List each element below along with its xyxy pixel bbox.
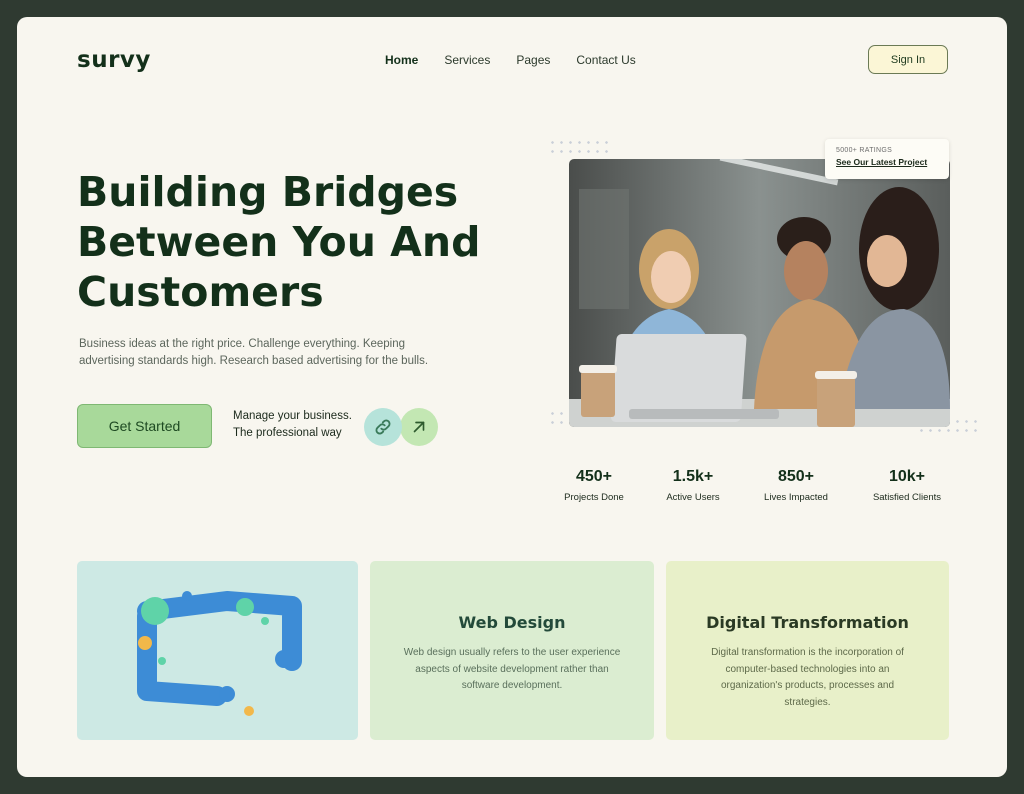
stat-label: Satisfied Clients [872, 492, 942, 503]
sign-in-button[interactable]: Sign In [868, 45, 948, 74]
latest-project-link[interactable]: See Our Latest Project [836, 157, 938, 167]
3d-shape-illustration [137, 591, 302, 716]
stat-label: Projects Done [564, 492, 624, 503]
stat-number: 10k+ [888, 468, 926, 485]
team-illustration [569, 159, 950, 427]
hero-subtitle: Business ideas at the right price. Chall… [79, 338, 429, 367]
arrow-up-right-icon [413, 421, 425, 433]
hero-title-line1: Building Bridges [77, 168, 459, 216]
hero-title: Building Bridges Between You And Custome… [77, 167, 517, 317]
stat-number: 1.5k+ [672, 468, 714, 485]
hero-title-line2: Between You And [77, 218, 481, 266]
decor-dots [548, 138, 608, 156]
link-icon-button[interactable] [364, 408, 402, 446]
link-icon [375, 419, 391, 435]
brand-logo[interactable]: survy [77, 47, 151, 73]
manage-text: Manage your business. The professional w… [233, 408, 352, 442]
team-photo [569, 159, 950, 427]
hero-title-line3: Customers [77, 268, 324, 316]
service-web-design[interactable]: Web Design Web design usually refers to … [370, 561, 654, 740]
service-digital-transformation[interactable]: Digital Transformation Digital transform… [666, 561, 949, 740]
stat-label: Lives Impacted [764, 492, 828, 503]
get-started-button[interactable]: Get Started [77, 404, 212, 448]
ratings-card: 5000+ RATINGS See Our Latest Project [825, 139, 949, 179]
stat-number: 450+ [575, 468, 613, 485]
arrow-icon-button[interactable] [400, 408, 438, 446]
stat-clients: 10k+ Satisfied Clients [852, 468, 962, 503]
page-card: survy Home Services Pages Contact Us Sig… [17, 17, 1007, 777]
nav-contact[interactable]: Contact Us [576, 53, 635, 67]
nav-services[interactable]: Services [444, 53, 490, 67]
main-nav: Home Services Pages Contact Us [385, 53, 636, 67]
ratings-count: 5000+ RATINGS [836, 147, 893, 154]
service-title: Digital Transformation [706, 613, 909, 632]
stat-projects: 450+ Projects Done [539, 468, 649, 503]
stat-lives: 850+ Lives Impacted [741, 468, 851, 503]
stat-number: 850+ [777, 468, 815, 485]
service-description: Web design usually refers to the user ex… [403, 647, 621, 691]
manage-line1: Manage your business. [233, 410, 352, 422]
nav-pages[interactable]: Pages [516, 53, 550, 67]
service-description: Digital transformation is the incorporat… [711, 647, 904, 708]
stat-users: 1.5k+ Active Users [638, 468, 748, 503]
service-illustration-panel [77, 561, 358, 740]
stat-label: Active Users [666, 492, 720, 503]
manage-line2: The professional way [233, 427, 342, 439]
nav-home[interactable]: Home [385, 53, 418, 67]
service-title: Web Design [458, 613, 566, 632]
